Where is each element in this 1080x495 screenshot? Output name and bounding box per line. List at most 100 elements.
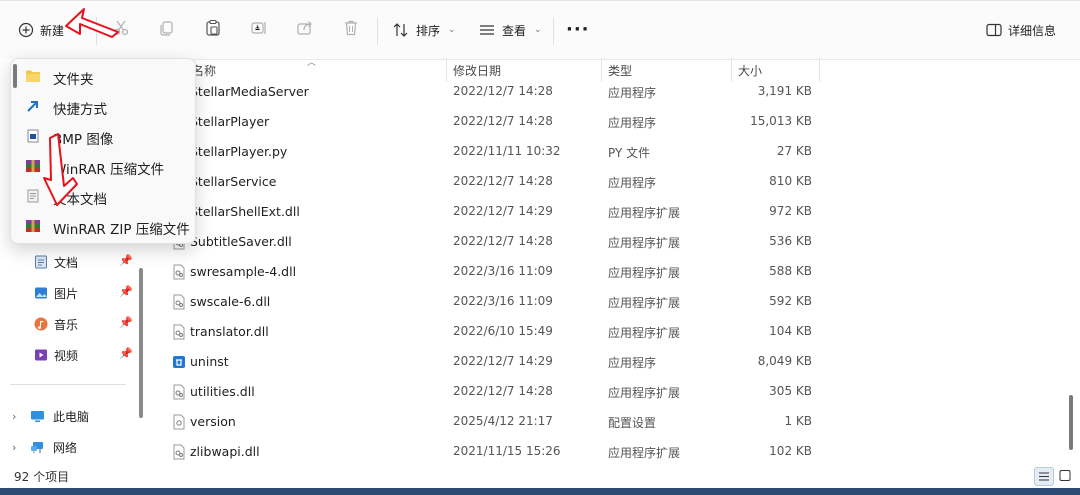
view-label: 查看 xyxy=(502,23,527,38)
cut-icon[interactable] xyxy=(112,19,134,41)
chevron-right-icon[interactable]: › xyxy=(12,441,22,454)
dll-icon xyxy=(172,384,186,400)
chevron-down-icon: ⌄ xyxy=(448,25,456,35)
nav-item-videos[interactable]: 视频 📌 xyxy=(34,345,133,365)
sort-label: 排序 xyxy=(416,23,441,38)
pin-icon: 📌 xyxy=(119,347,133,360)
details-view-icon xyxy=(1039,472,1049,481)
chevron-right-icon[interactable]: › xyxy=(12,410,22,423)
menu-item-bmp-image[interactable]: BMP 图像 xyxy=(11,121,195,151)
folder-icon xyxy=(26,70,40,82)
file-row[interactable]: swscale-6.dll 2022/3/16 11:09 应用程序扩展 592 KB xyxy=(0,287,1070,317)
menu-item-winrar-zip[interactable]: WinRAR ZIP 压缩文件 xyxy=(11,211,195,241)
file-type: 应用程序扩展 xyxy=(608,326,681,340)
bmp-icon xyxy=(27,129,39,143)
nav-item-this-pc[interactable]: › 此电脑 xyxy=(12,406,89,426)
winrar-zip-icon xyxy=(26,220,40,232)
rename-icon[interactable] xyxy=(250,19,272,41)
details-pane-icon xyxy=(986,23,1002,37)
tiles-view-button[interactable] xyxy=(1056,467,1074,484)
file-type: 应用程序扩展 xyxy=(608,266,681,280)
view-button[interactable]: 查看 ⌄ xyxy=(478,15,542,45)
uninstall-icon xyxy=(172,354,186,370)
file-date: 2022/12/7 14:28 xyxy=(453,234,553,248)
new-button[interactable]: 新建 xyxy=(18,15,64,45)
pin-icon: 📌 xyxy=(119,285,133,298)
documents-icon xyxy=(35,255,47,269)
config-icon xyxy=(172,414,186,430)
menu-item-text-document[interactable]: 文本文档 xyxy=(11,181,195,211)
file-date: 2022/12/7 14:28 xyxy=(453,174,553,188)
this-pc-icon xyxy=(31,410,44,422)
file-type: 应用程序 xyxy=(608,356,657,370)
menu-item-shortcut[interactable]: 快捷方式 xyxy=(11,91,195,121)
menu-item-folder[interactable]: 文件夹 xyxy=(11,61,195,91)
nav-label: 图片 xyxy=(54,286,79,301)
nav-scrollbar-thumb[interactable] xyxy=(139,268,143,418)
pin-icon: 📌 xyxy=(119,316,133,329)
file-type: 应用程序扩展 xyxy=(608,206,681,220)
file-date: 2022/12/7 14:29 xyxy=(453,204,553,218)
file-name: uninst xyxy=(190,354,229,369)
file-row[interactable]: version 2025/4/12 21:17 配置设置 1 KB xyxy=(0,407,1070,437)
file-date: 2021/11/15 15:26 xyxy=(453,444,561,458)
file-size: 104 KB xyxy=(769,324,812,338)
file-name: version xyxy=(190,414,236,429)
delete-icon[interactable] xyxy=(342,19,364,41)
file-name: swresample-4.dll xyxy=(190,264,297,279)
file-date: 2022/12/7 14:28 xyxy=(453,84,553,98)
file-size: 15,013 KB xyxy=(750,114,812,128)
details-view-button[interactable] xyxy=(1034,467,1054,486)
file-type: PY 文件 xyxy=(608,146,651,160)
file-type: 应用程序 xyxy=(608,176,657,190)
details-pane-button[interactable]: 详细信息 xyxy=(986,15,1056,45)
file-size: 102 KB xyxy=(769,444,812,458)
network-icon xyxy=(31,441,43,453)
file-name: utilities.dll xyxy=(190,384,255,399)
file-row[interactable]: translator.dll 2022/6/10 15:49 应用程序扩展 104 K… xyxy=(0,317,1070,347)
file-date: 2022/3/16 11:09 xyxy=(453,264,553,278)
nav-item-documents[interactable]: 文档 📌 xyxy=(34,252,133,272)
file-name: translator.dll xyxy=(190,324,269,339)
file-row[interactable]: utilities.dll 2022/12/7 14:28 应用程序扩展 305 KB xyxy=(0,377,1070,407)
toolbar-divider xyxy=(96,17,97,45)
more-options-button[interactable]: ··· xyxy=(566,19,590,40)
file-type: 应用程序扩展 xyxy=(608,386,681,400)
menu-item-label: BMP 图像 xyxy=(53,132,114,148)
sort-up-icon: ︿ xyxy=(307,58,317,68)
nav-label: 文档 xyxy=(54,255,79,270)
file-size: 8,049 KB xyxy=(757,354,812,368)
taskbar-strip xyxy=(0,488,1080,495)
file-size: 810 KB xyxy=(769,174,812,188)
shortcut-icon xyxy=(27,101,38,112)
file-row[interactable]: swresample-4.dll 2022/3/16 11:09 应用程序扩展 588… xyxy=(0,257,1070,287)
file-row[interactable]: uninst 2022/12/7 14:29 应用程序 8,049 KB xyxy=(0,347,1070,377)
nav-label: 此电脑 xyxy=(53,409,90,424)
dll-icon xyxy=(172,294,186,310)
menu-item-label: 快捷方式 xyxy=(53,102,107,118)
menu-item-label: WinRAR ZIP 压缩文件 xyxy=(53,222,190,238)
nav-item-pictures[interactable]: 图片 📌 xyxy=(34,283,133,303)
content-scrollbar-thumb[interactable] xyxy=(1069,395,1073,450)
file-name: StellarService xyxy=(190,174,277,189)
file-size: 592 KB xyxy=(769,294,812,308)
nav-label: 视频 xyxy=(54,348,79,363)
file-date: 2022/6/10 15:49 xyxy=(453,324,553,338)
nav-item-network[interactable]: › 网络 xyxy=(12,437,77,457)
item-count: 92 个项目 xyxy=(14,470,70,484)
new-item-menu: 文件夹 快捷方式 BMP 图像 WinRAR 压缩文件 文本文档 WinRAR … xyxy=(10,58,196,244)
content-scrollbar[interactable] xyxy=(1068,395,1074,450)
file-date: 2022/12/7 14:28 xyxy=(453,384,553,398)
nav-item-music[interactable]: 音乐 📌 xyxy=(34,314,133,334)
menu-item-winrar-archive[interactable]: WinRAR 压缩文件 xyxy=(11,151,195,181)
paste-icon[interactable] xyxy=(204,19,226,41)
file-date: 2022/11/11 10:32 xyxy=(453,144,561,158)
copy-icon[interactable] xyxy=(158,19,180,41)
file-name: SubtitleSaver.dll xyxy=(190,234,292,249)
sort-button[interactable]: 排序 ⌄ xyxy=(392,15,456,45)
share-icon[interactable] xyxy=(296,19,318,41)
sort-icon xyxy=(393,23,408,37)
dll-icon xyxy=(172,444,186,460)
file-size: 305 KB xyxy=(769,384,812,398)
file-date: 2022/12/7 14:28 xyxy=(453,114,553,128)
